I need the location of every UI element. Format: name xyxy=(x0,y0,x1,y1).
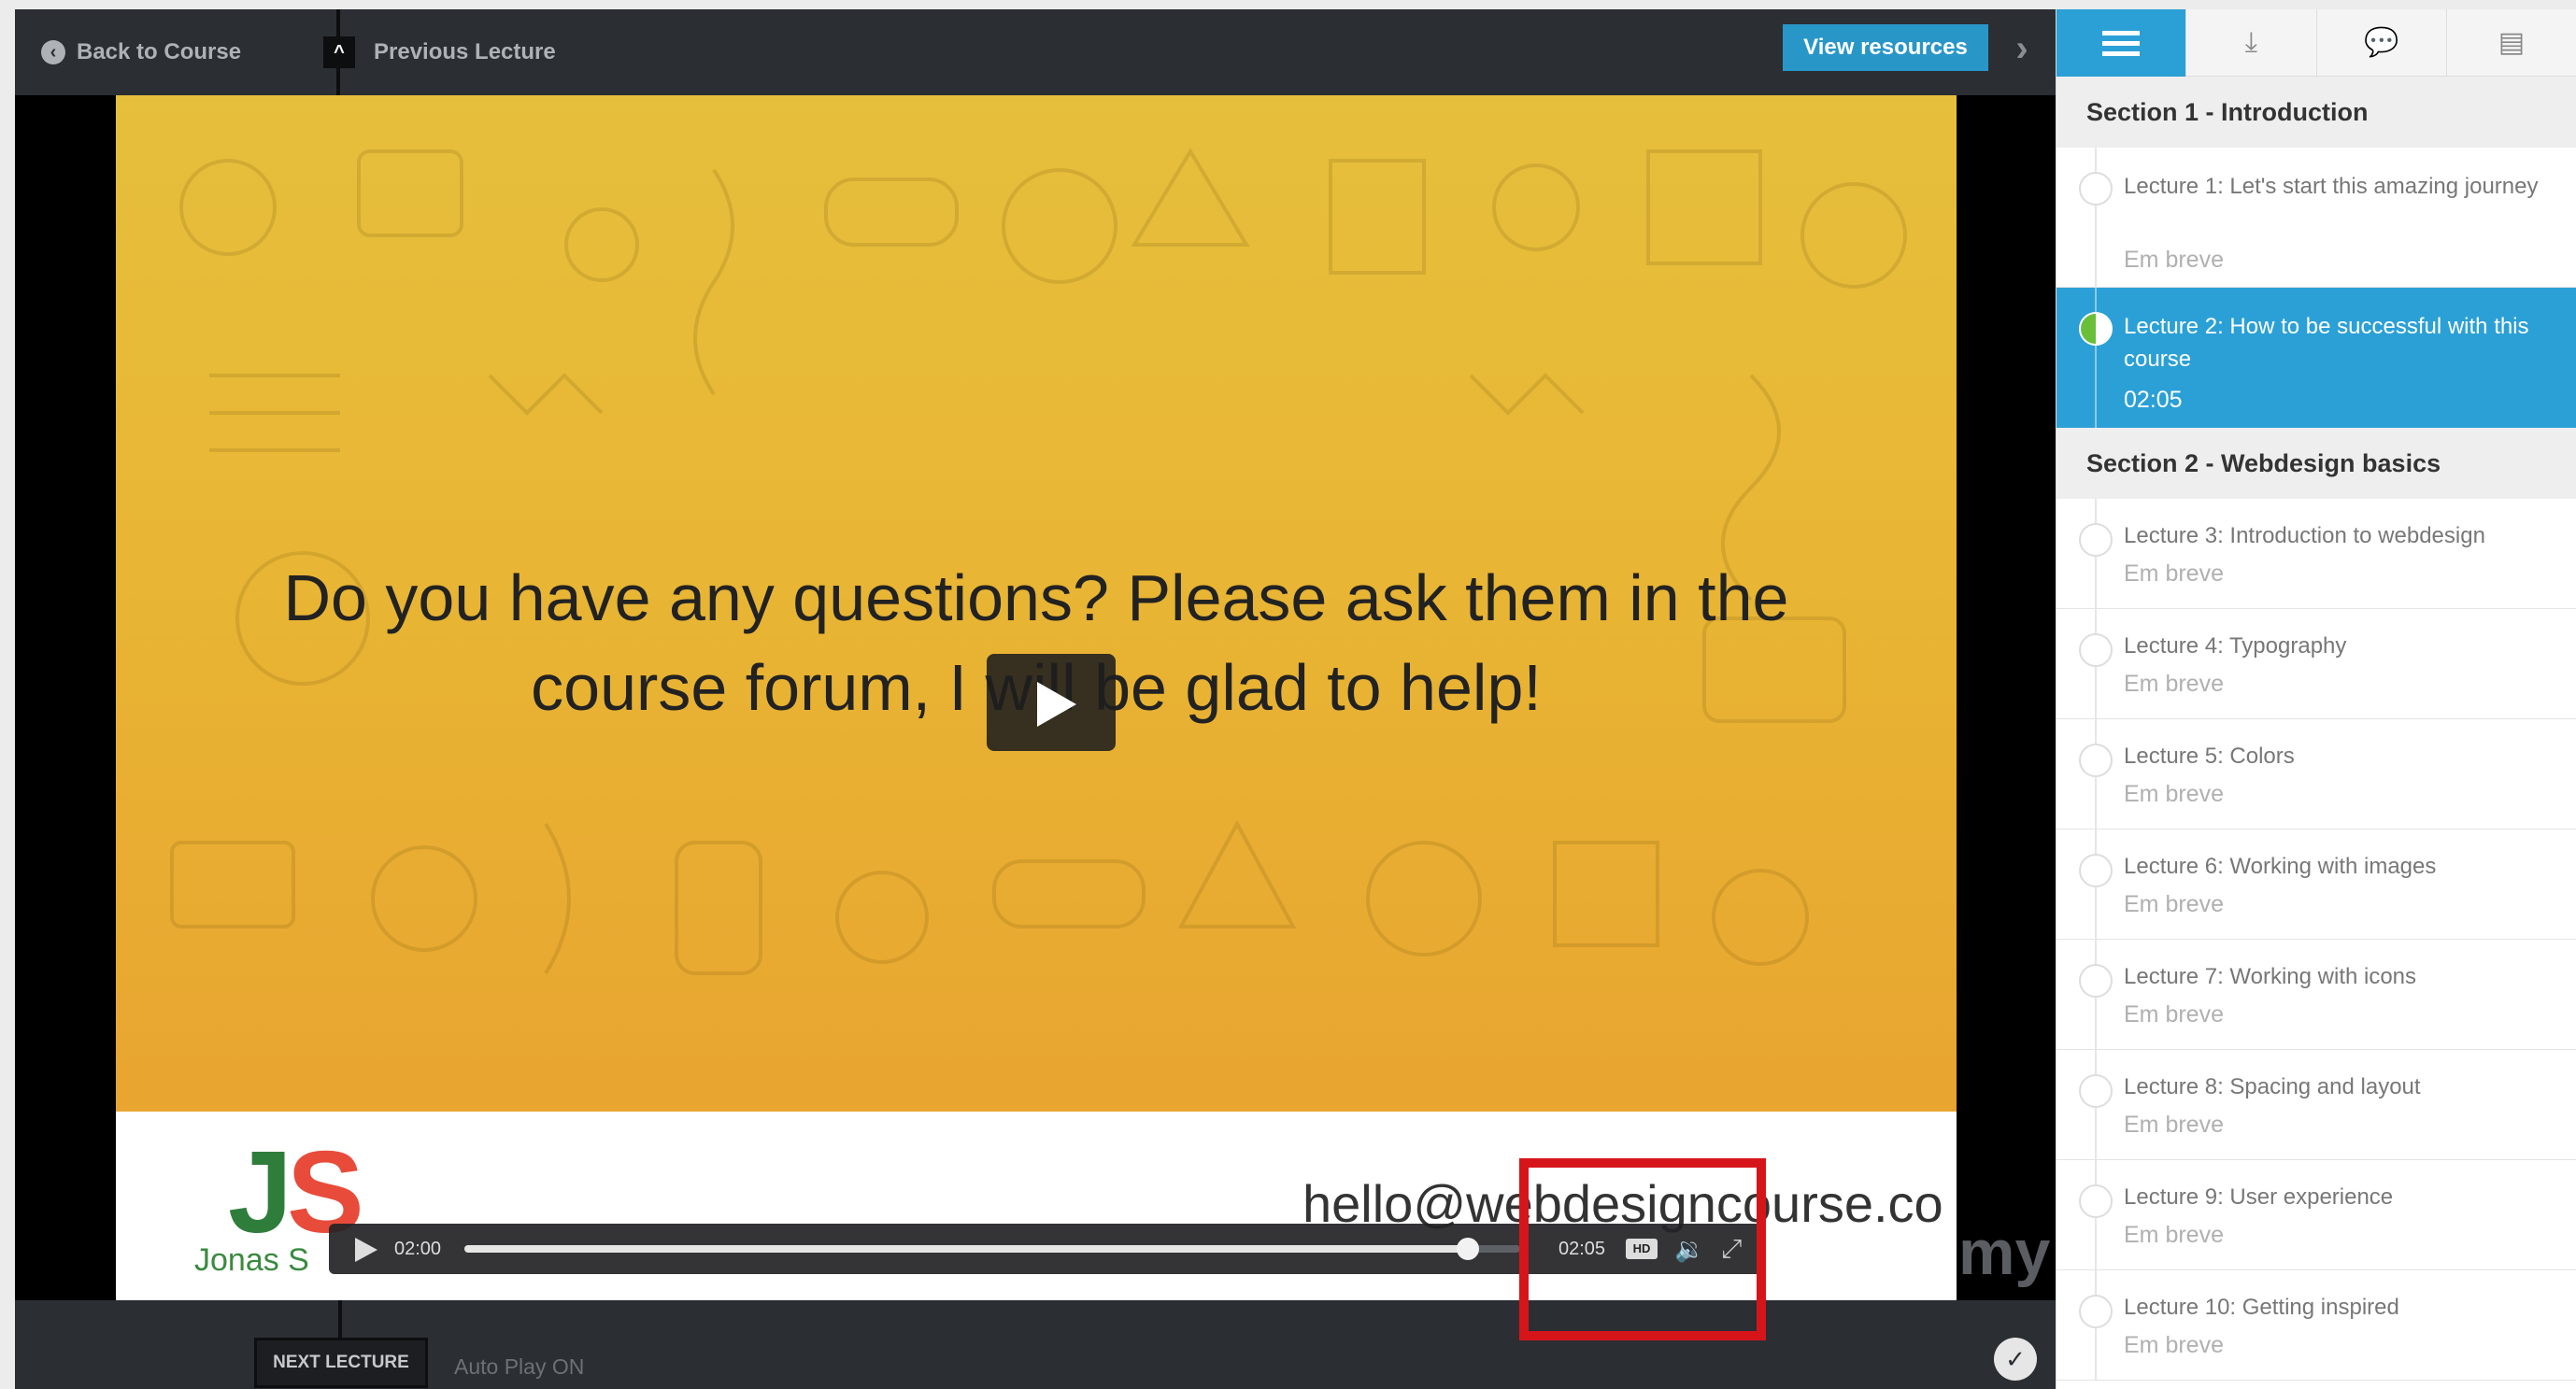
previous-lecture-button[interactable]: ^ Previous Lecture xyxy=(323,34,556,71)
player-bottom-bar: NEXT LECTURE Auto Play ON ✓ xyxy=(15,1300,2056,1389)
lecture-status-dot xyxy=(2079,1074,2113,1108)
lecture-status-dot xyxy=(2079,172,2113,206)
player-top-bar: ‹ Back to Course ^ Previous Lecture View… xyxy=(15,9,2056,95)
lecture-status-dot xyxy=(2079,744,2113,777)
curriculum-sidebar: ⤓ 💬 ▤ Section 1 - Introduction Lecture 1… xyxy=(2056,9,2576,1389)
chevron-up-icon: ^ xyxy=(323,36,355,68)
lecture-meta: Em breve xyxy=(2124,1001,2224,1028)
video-control-bar: 02:00 02:05 HD 🔉 ⤢ xyxy=(329,1224,1766,1274)
lecture-title: Lecture 2: How to be successful with thi… xyxy=(2124,314,2529,372)
lecture-item[interactable]: Lecture 1: Let's start this amazing jour… xyxy=(2057,148,2576,288)
logo-name: Jonas S xyxy=(194,1242,309,1278)
lecture-title: Lecture 1: Let's start this amazing jour… xyxy=(2124,174,2539,199)
volume-icon[interactable]: 🔉 xyxy=(1674,1233,1704,1265)
lecture-rail xyxy=(2095,148,2097,287)
lecture-title: Lecture 10: Getting inspired xyxy=(2124,1295,2399,1320)
lecture-item[interactable]: Lecture 6: Working with images Em breve xyxy=(2057,829,2576,940)
progress-fill xyxy=(464,1245,1468,1253)
lecture-item-active[interactable]: Lecture 2: How to be successful with thi… xyxy=(2057,288,2576,428)
tab-curriculum[interactable] xyxy=(2057,9,2187,77)
lecture-status-dot xyxy=(2079,854,2113,887)
big-play-button[interactable] xyxy=(987,654,1116,751)
lecture-item[interactable]: Lecture 10: Getting inspired Em breve xyxy=(2057,1270,2576,1381)
lecture-status-dot xyxy=(2079,523,2113,557)
window-frame-top xyxy=(0,0,2576,9)
lecture-meta: Em breve xyxy=(2124,1112,2224,1138)
check-circle-icon[interactable]: ✓ xyxy=(1994,1338,2037,1381)
back-to-course-button[interactable]: ‹ Back to Course xyxy=(41,34,241,71)
lecture-meta: Em breve xyxy=(2124,247,2224,273)
autoplay-toggle[interactable]: Auto Play ON xyxy=(454,1354,584,1380)
lecture-meta: Em breve xyxy=(2124,891,2224,917)
current-time: 02:00 xyxy=(394,1239,442,1259)
lecture-title: Lecture 3: Introduction to webdesign xyxy=(2124,523,2485,548)
section-header: Section 1 - Introduction xyxy=(2057,77,2576,148)
lecture-progress-icon xyxy=(2079,312,2113,346)
lecture-item[interactable]: Lecture 3: Introduction to webdesign Em … xyxy=(2057,499,2576,609)
lecture-title: Lecture 8: Spacing and layout xyxy=(2124,1074,2421,1099)
chat-bubble-icon: 💬 xyxy=(2363,27,2399,58)
lecture-meta: Em breve xyxy=(2124,1222,2224,1248)
total-time: 02:05 xyxy=(1558,1239,1606,1259)
lecture-meta: Em breve xyxy=(2124,1332,2224,1358)
fullscreen-icon[interactable]: ⤢ xyxy=(1721,1233,1742,1265)
sidebar-tabs: ⤓ 💬 ▤ xyxy=(2057,9,2576,77)
lecture-meta: Em breve xyxy=(2124,671,2224,697)
hd-toggle-button[interactable]: HD xyxy=(1626,1239,1658,1259)
slide-question-line-1: Do you have any questions? Please ask th… xyxy=(283,561,1789,634)
previous-lecture-label: Previous Lecture xyxy=(374,39,556,64)
progress-handle[interactable] xyxy=(1456,1238,1479,1260)
next-lecture-button[interactable]: NEXT LECTURE xyxy=(254,1338,428,1388)
lecture-item[interactable]: Lecture 9: User experience Em breve xyxy=(2057,1160,2576,1270)
document-icon: ▤ xyxy=(2498,27,2526,58)
lecture-item[interactable]: Lecture 8: Spacing and layout Em breve xyxy=(2057,1050,2576,1160)
lecture-item[interactable]: Lecture 4: Typography Em breve xyxy=(2057,609,2576,719)
lecture-status-dot xyxy=(2079,1184,2113,1218)
window-frame-left xyxy=(0,0,15,1389)
play-icon[interactable] xyxy=(351,1236,377,1262)
lecture-status-dot xyxy=(2079,1295,2113,1328)
tab-notes[interactable]: ▤ xyxy=(2447,9,2576,77)
lecture-status-dot xyxy=(2079,633,2113,667)
list-icon xyxy=(2102,29,2141,59)
next-connector-line xyxy=(338,1300,342,1338)
lecture-title: Lecture 5: Colors xyxy=(2124,744,2295,769)
download-icon: ⤓ xyxy=(2244,27,2257,58)
view-resources-button[interactable]: View resources xyxy=(1783,24,1988,71)
lecture-rail xyxy=(2095,288,2097,428)
chevron-right-icon[interactable]: › xyxy=(2003,28,2041,69)
lecture-meta: Em breve xyxy=(2124,560,2224,587)
lecture-meta: Em breve xyxy=(2124,781,2224,807)
lecture-title: Lecture 6: Working with images xyxy=(2124,854,2437,879)
lecture-item[interactable]: Lecture 7: Working with icons Em breve xyxy=(2057,940,2576,1050)
logo-letter-j: J xyxy=(228,1128,292,1257)
lecture-item[interactable]: Lecture 5: Colors Em breve xyxy=(2057,719,2576,829)
lecture-player: ‹ Back to Course ^ Previous Lecture View… xyxy=(15,9,2056,1389)
progress-bar[interactable] xyxy=(464,1238,1520,1260)
lecture-title: Lecture 9: User experience xyxy=(2124,1184,2394,1210)
lecture-status-dot xyxy=(2079,964,2113,998)
tab-discussion[interactable]: 💬 xyxy=(2317,9,2447,77)
video-area[interactable]: Do you have any questions? Please ask th… xyxy=(15,95,2056,1300)
back-to-course-label: Back to Course xyxy=(77,39,242,64)
udemy-watermark: my xyxy=(1958,1217,2051,1288)
section-header: Section 2 - Webdesign basics xyxy=(2057,428,2576,499)
tab-downloads[interactable]: ⤓ xyxy=(2186,9,2317,77)
lecture-title: Lecture 4: Typography xyxy=(2124,633,2347,659)
circle-chevron-left-icon: ‹ xyxy=(41,40,65,64)
lecture-title: Lecture 7: Working with icons xyxy=(2124,964,2417,989)
lecture-duration: 02:05 xyxy=(2124,387,2183,413)
